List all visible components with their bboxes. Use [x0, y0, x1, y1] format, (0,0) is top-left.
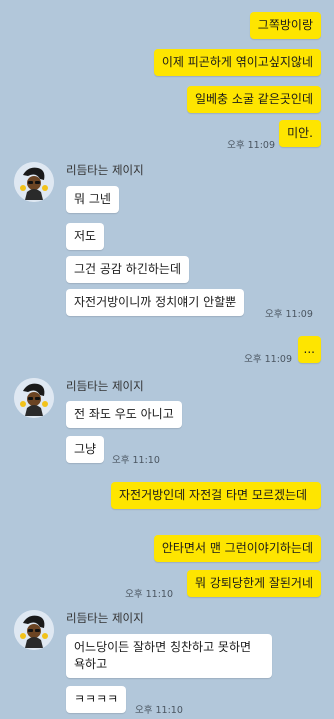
- message-timestamp: 오후 11:10: [135, 705, 183, 716]
- my-message-bubble[interactable]: ...: [297, 336, 321, 363]
- their-message-bubble[interactable]: 뭐 그넨: [66, 186, 119, 213]
- message-timestamp: 오후 11:09: [244, 354, 292, 365]
- profile-photo-icon: [14, 162, 54, 202]
- profile-photo-icon: [14, 610, 54, 650]
- sender-name: 리듬타는 제이지: [66, 611, 144, 625]
- my-message-bubble[interactable]: 안타면서 맨 그런이야기하는데: [153, 535, 321, 562]
- message-timestamp: 오후 11:10: [112, 455, 160, 466]
- their-message-bubble[interactable]: 전 좌도 우도 아니고: [66, 401, 182, 428]
- their-message-bubble[interactable]: 자전거방이니까 정치얘기 안할뿐: [66, 289, 245, 316]
- my-message-bubble[interactable]: 일베충 소굴 같은곳인데: [186, 86, 321, 113]
- their-message-bubble[interactable]: 저도: [66, 223, 105, 250]
- message-timestamp: 오후 11:10: [125, 589, 173, 600]
- sender-avatar[interactable]: [14, 378, 54, 418]
- sender-avatar[interactable]: [14, 610, 54, 650]
- message-timestamp: 오후 11:09: [227, 140, 275, 151]
- sender-name: 리듬타는 제이지: [66, 379, 144, 393]
- my-message-bubble[interactable]: 미안.: [279, 120, 321, 147]
- chat-room: { "chat": { "sender_name": "리듬타는 제이지", "…: [0, 0, 334, 719]
- profile-photo-icon: [14, 378, 54, 418]
- my-message-bubble[interactable]: 이제 피곤하게 엮이고싶지않네: [153, 49, 321, 76]
- their-message-bubble[interactable]: 그건 공감 하긴하는데: [66, 256, 189, 283]
- my-message-bubble[interactable]: 자전거방인데 자전걸 타면 모르겠는데: [111, 482, 321, 509]
- my-message-bubble[interactable]: 뭐 강퇴당한게 잘된거네: [186, 570, 321, 597]
- message-timestamp: 오후 11:09: [265, 309, 313, 320]
- sender-name: 리듬타는 제이지: [66, 163, 144, 177]
- sender-avatar[interactable]: [14, 162, 54, 202]
- their-message-bubble[interactable]: ㅋㅋㅋㅋ: [66, 686, 127, 713]
- their-message-bubble[interactable]: 어느당이든 잘하면 칭찬하고 못하면 욕하고: [66, 634, 272, 678]
- their-message-bubble[interactable]: 그냥: [66, 436, 105, 463]
- my-message-bubble[interactable]: 그쪽방이랑: [249, 12, 321, 39]
